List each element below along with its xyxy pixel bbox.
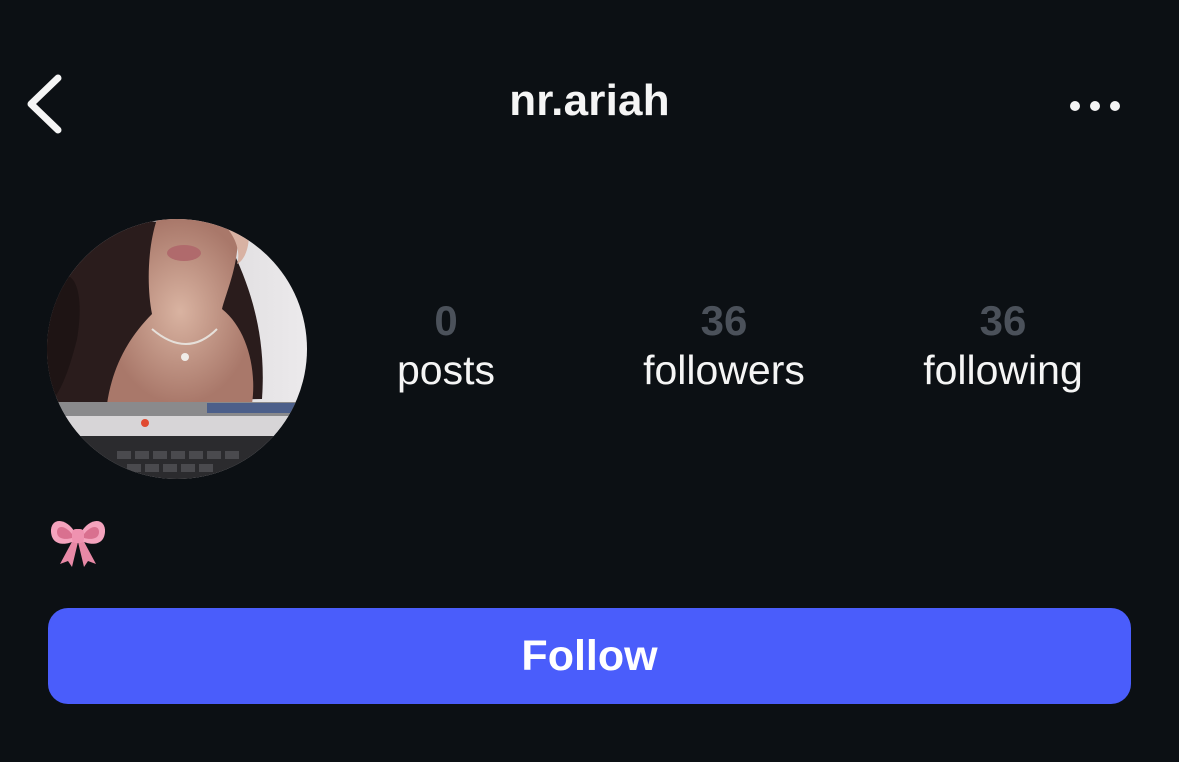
bio — [48, 512, 108, 568]
following-stat[interactable]: 36 following — [883, 296, 1123, 396]
ribbon-emoji — [50, 521, 106, 567]
profile-avatar[interactable] — [47, 219, 307, 479]
profile-photo — [47, 219, 307, 479]
followers-label: followers — [643, 347, 805, 393]
profile-header: nr.ariah — [0, 0, 1179, 210]
profile-username: nr.ariah — [509, 76, 670, 125]
posts-label: posts — [397, 347, 495, 393]
more-options-button[interactable] — [1062, 86, 1132, 126]
posts-count: 0 — [434, 297, 458, 344]
follow-button[interactable]: Follow — [48, 608, 1131, 704]
following-label: following — [923, 347, 1083, 393]
posts-stat[interactable]: 0 posts — [326, 296, 566, 396]
followers-count: 36 — [700, 297, 748, 344]
following-count: 36 — [979, 297, 1027, 344]
more-horizontal-icon — [1070, 101, 1120, 111]
followers-stat[interactable]: 36 followers — [604, 296, 844, 396]
